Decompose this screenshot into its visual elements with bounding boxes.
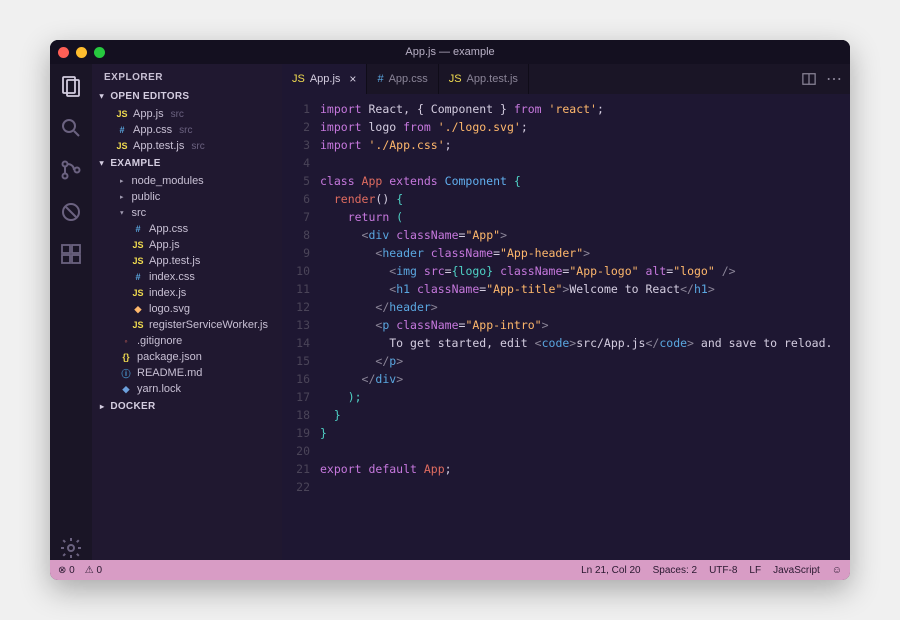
- file-item[interactable]: ⓘREADME.md: [92, 365, 282, 381]
- code-lines[interactable]: import React, { Component } from 'react'…: [320, 94, 850, 560]
- line-number-gutter: 12345678910111213141516171819202122: [282, 94, 320, 560]
- explorer-icon[interactable]: [59, 74, 83, 98]
- file-item[interactable]: #App.css: [92, 221, 282, 237]
- js-file-icon: JS: [132, 287, 144, 299]
- maximize-window-button[interactable]: [94, 47, 105, 58]
- folder-public[interactable]: public: [92, 189, 282, 205]
- code-editor[interactable]: 12345678910111213141516171819202122 impo…: [282, 94, 850, 560]
- status-spaces[interactable]: Spaces: 2: [653, 565, 697, 576]
- titlebar: App.js — example: [50, 40, 850, 64]
- file-item[interactable]: {}package.json: [92, 349, 282, 365]
- project-section[interactable]: EXAMPLE: [92, 154, 282, 173]
- readme-file-icon: ⓘ: [120, 367, 132, 379]
- folder-node-modules[interactable]: node_modules: [92, 173, 282, 189]
- status-eol[interactable]: LF: [749, 565, 761, 576]
- file-item[interactable]: ◆logo.svg: [92, 301, 282, 317]
- file-item[interactable]: ◦.gitignore: [92, 333, 282, 349]
- file-item[interactable]: #index.css: [92, 269, 282, 285]
- editor-window: App.js — example EXPLORER OPEN EDITORS J…: [50, 40, 850, 580]
- status-feedback-icon[interactable]: ☺: [832, 565, 842, 576]
- status-encoding[interactable]: UTF-8: [709, 565, 737, 576]
- open-editor-item[interactable]: #App.csssrc: [92, 122, 282, 138]
- status-warnings[interactable]: ⚠ 0: [85, 565, 102, 576]
- docker-section[interactable]: DOCKER: [92, 397, 282, 416]
- file-item[interactable]: JSindex.js: [92, 285, 282, 301]
- js-file-icon: JS: [449, 73, 462, 85]
- status-bar: ⊗ 0 ⚠ 0 Ln 21, Col 20 Spaces: 2 UTF-8 LF…: [50, 560, 850, 580]
- css-file-icon: #: [116, 124, 128, 136]
- debug-icon[interactable]: [59, 200, 83, 224]
- open-editor-item[interactable]: JSApp.jssrc: [92, 106, 282, 122]
- close-window-button[interactable]: [58, 47, 69, 58]
- window-title: App.js — example: [405, 46, 494, 58]
- status-cursor[interactable]: Ln 21, Col 20: [581, 565, 641, 576]
- file-item[interactable]: JSregisterServiceWorker.js: [92, 317, 282, 333]
- js-file-icon: JS: [116, 108, 128, 120]
- minimize-window-button[interactable]: [76, 47, 87, 58]
- tab-app-test-js[interactable]: JSApp.test.js: [439, 64, 529, 94]
- tab-app-js[interactable]: JSApp.js×: [282, 64, 367, 94]
- js-file-icon: JS: [292, 73, 305, 85]
- gitignore-file-icon: ◦: [120, 335, 132, 347]
- css-file-icon: #: [377, 73, 383, 85]
- tab-actions: ⋯: [794, 64, 850, 94]
- more-actions-icon[interactable]: ⋯: [826, 69, 842, 89]
- js-file-icon: JS: [132, 255, 144, 267]
- js-file-icon: JS: [132, 319, 144, 331]
- editor-area: JSApp.js× #App.css JSApp.test.js ⋯ 12345…: [282, 64, 850, 560]
- yarn-file-icon: ◆: [120, 383, 132, 395]
- js-file-icon: JS: [132, 239, 144, 251]
- tab-app-css[interactable]: #App.css: [367, 64, 438, 94]
- open-editors-section[interactable]: OPEN EDITORS: [92, 87, 282, 106]
- folder-src[interactable]: src: [92, 205, 282, 221]
- sidebar-title: EXPLORER: [92, 64, 282, 87]
- svg-file-icon: ◆: [132, 303, 144, 315]
- js-file-icon: JS: [116, 140, 128, 152]
- extensions-icon[interactable]: [59, 242, 83, 266]
- status-language[interactable]: JavaScript: [773, 565, 820, 576]
- settings-gear-icon[interactable]: [59, 536, 83, 560]
- file-item[interactable]: JSApp.test.js: [92, 253, 282, 269]
- json-file-icon: {}: [120, 351, 132, 363]
- close-tab-icon[interactable]: ×: [349, 72, 356, 86]
- source-control-icon[interactable]: [59, 158, 83, 182]
- sidebar: EXPLORER OPEN EDITORS JSApp.jssrc #App.c…: [92, 64, 282, 560]
- traffic-lights: [58, 47, 105, 58]
- main-body: EXPLORER OPEN EDITORS JSApp.jssrc #App.c…: [50, 64, 850, 560]
- activity-bar: [50, 64, 92, 560]
- split-editor-icon[interactable]: [802, 72, 816, 86]
- file-item[interactable]: JSApp.js: [92, 237, 282, 253]
- css-file-icon: #: [132, 223, 144, 235]
- open-editor-item[interactable]: JSApp.test.jssrc: [92, 138, 282, 154]
- file-item[interactable]: ◆yarn.lock: [92, 381, 282, 397]
- search-icon[interactable]: [59, 116, 83, 140]
- css-file-icon: #: [132, 271, 144, 283]
- status-errors[interactable]: ⊗ 0: [58, 565, 75, 576]
- tab-bar: JSApp.js× #App.css JSApp.test.js ⋯: [282, 64, 850, 94]
